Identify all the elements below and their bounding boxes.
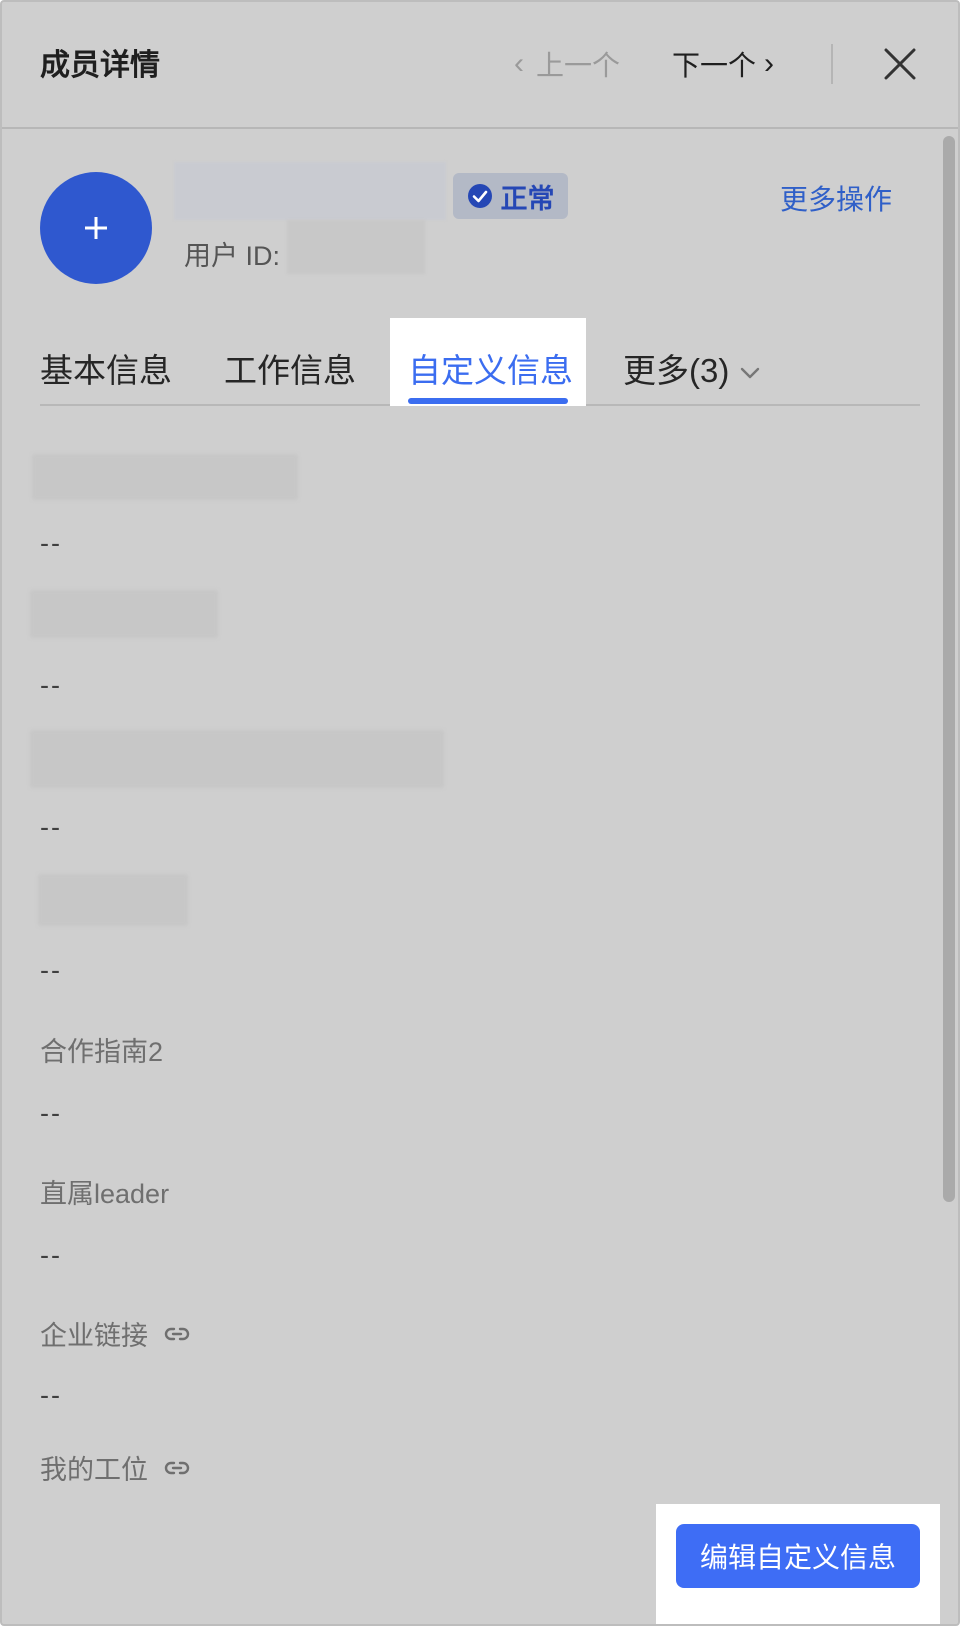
prev-member-button[interactable]: ‹ 上一个 <box>514 44 620 84</box>
field-label-direct-leader: 直属leader <box>40 1179 170 1209</box>
field-value: -- <box>40 812 62 842</box>
field-label-redacted <box>30 590 218 638</box>
link-icon <box>164 1327 190 1340</box>
chevron-right-icon: › <box>764 47 775 80</box>
tab-work-info[interactable]: 工作信息 <box>224 344 356 392</box>
tab-more[interactable]: 更多(3) <box>623 344 761 392</box>
user-id-redacted <box>287 220 425 274</box>
field-value: -- <box>40 1240 62 1270</box>
member-name-redacted <box>174 162 446 220</box>
active-tab-indicator <box>408 398 568 404</box>
member-detail-panel: 成员详情 ‹ 上一个 下一个 › 正常 用户 ID: 更多操作 基本信息 工作信… <box>0 0 960 1626</box>
field-label-cooperation-guide: 合作指南2 <box>40 1037 164 1067</box>
field-value: -- <box>40 670 62 700</box>
field-value: -- <box>40 528 62 558</box>
next-label: 下一个 <box>672 50 757 81</box>
status-text: 正常 <box>500 183 555 214</box>
close-icon[interactable] <box>882 46 918 82</box>
tab-custom-info[interactable]: 自定义信息 <box>408 344 573 392</box>
prev-label: 上一个 <box>536 50 621 81</box>
field-label-redacted <box>30 730 444 788</box>
tab-bar: 基本信息 工作信息 自定义信息 更多(3) <box>40 318 920 406</box>
tab-basic-info[interactable]: 基本信息 <box>40 344 172 392</box>
field-value: -- <box>40 1380 62 1410</box>
field-label-redacted <box>32 454 298 500</box>
field-label-redacted <box>38 874 188 926</box>
more-actions-link[interactable]: 更多操作 <box>780 178 892 218</box>
scrollbar-thumb[interactable] <box>943 136 955 1202</box>
chevron-down-icon <box>741 368 760 379</box>
status-badge: 正常 <box>453 173 568 219</box>
field-value: -- <box>40 955 62 985</box>
chevron-left-icon: ‹ <box>514 47 524 80</box>
plus-icon <box>85 217 107 239</box>
user-id-label: 用户 ID: <box>184 241 281 271</box>
panel-title: 成员详情 <box>40 49 160 82</box>
check-circle-icon <box>467 184 492 208</box>
edit-custom-info-button[interactable]: 编辑自定义信息 <box>676 1524 920 1588</box>
field-label-my-workstation: 我的工位 <box>40 1448 192 1487</box>
field-label-company-link: 企业链接 <box>40 1314 192 1353</box>
tab-more-label: 更多(3) <box>623 352 730 389</box>
header-divider <box>831 44 833 84</box>
panel-header: 成员详情 ‹ 上一个 下一个 › <box>2 2 958 129</box>
next-member-button[interactable]: 下一个 › <box>672 44 774 84</box>
avatar[interactable] <box>40 172 152 284</box>
field-value: -- <box>40 1098 62 1128</box>
link-icon <box>164 1461 190 1474</box>
